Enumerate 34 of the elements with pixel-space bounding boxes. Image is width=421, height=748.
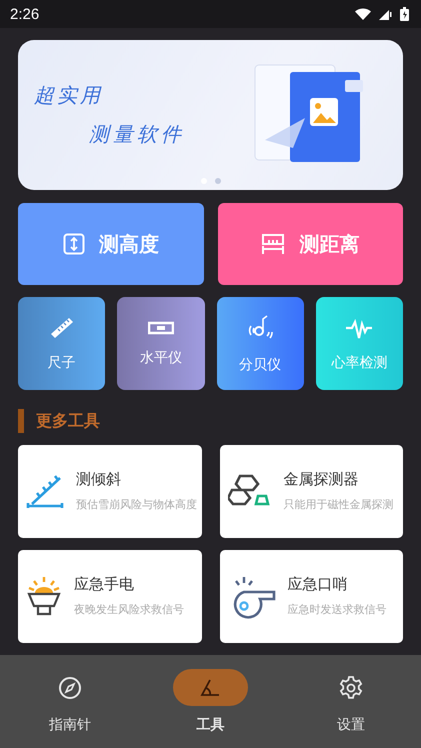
signal-icon (379, 8, 392, 20)
slope-ruler-icon (26, 474, 64, 510)
nav-tab[interactable]: 指南针 (25, 668, 116, 735)
tool-title: 应急口哨 (288, 575, 348, 594)
tool-description: 应急时发送求救信号 (288, 602, 386, 618)
battery-icon (400, 7, 409, 21)
compass-icon (58, 676, 82, 700)
angle-icon (200, 678, 220, 696)
tool-description: 夜晚发生风险求救信号 (74, 602, 184, 618)
tool-card[interactable]: 金属探测器 只能用于磁性金属探测 (220, 445, 403, 538)
nav-tab[interactable]: 工具 (165, 668, 256, 735)
carousel-dot[interactable] (214, 178, 220, 184)
banner-headline: 超实用 (34, 82, 104, 109)
tool-title: 测倾斜 (76, 470, 122, 490)
banner-card[interactable]: 超实用 测量软件 (18, 40, 403, 190)
tool-description: 只能用于磁性金属探测 (284, 497, 394, 513)
tool-card[interactable]: 应急口哨 应急时发送求救信号 (220, 550, 403, 643)
tool-card[interactable]: 测倾斜 预估雪崩风险与物体高度 (18, 445, 202, 538)
sound-note-icon (246, 314, 274, 342)
tape-measure-icon (261, 233, 286, 255)
banner-subline: 测量软件 (88, 121, 185, 148)
section-marker (18, 409, 24, 433)
nav-tab[interactable]: 设置 (306, 668, 396, 735)
settings-icon (338, 676, 363, 700)
tool-description: 预估雪崩风险与物体高度 (76, 497, 197, 513)
ruler-icon (48, 316, 75, 340)
tool-title: 金属探测器 (284, 470, 360, 490)
wifi-icon (355, 8, 371, 20)
section-title: 更多工具 (36, 410, 100, 432)
vertical-arrows-icon (62, 233, 85, 255)
tool-title: 应急手电 (74, 575, 135, 594)
tool-card[interactable]: 应急手电 夜晚发生风险求救信号 (18, 550, 202, 643)
spirit-level-icon (148, 320, 174, 334)
status-time: 2:26 (10, 6, 40, 22)
